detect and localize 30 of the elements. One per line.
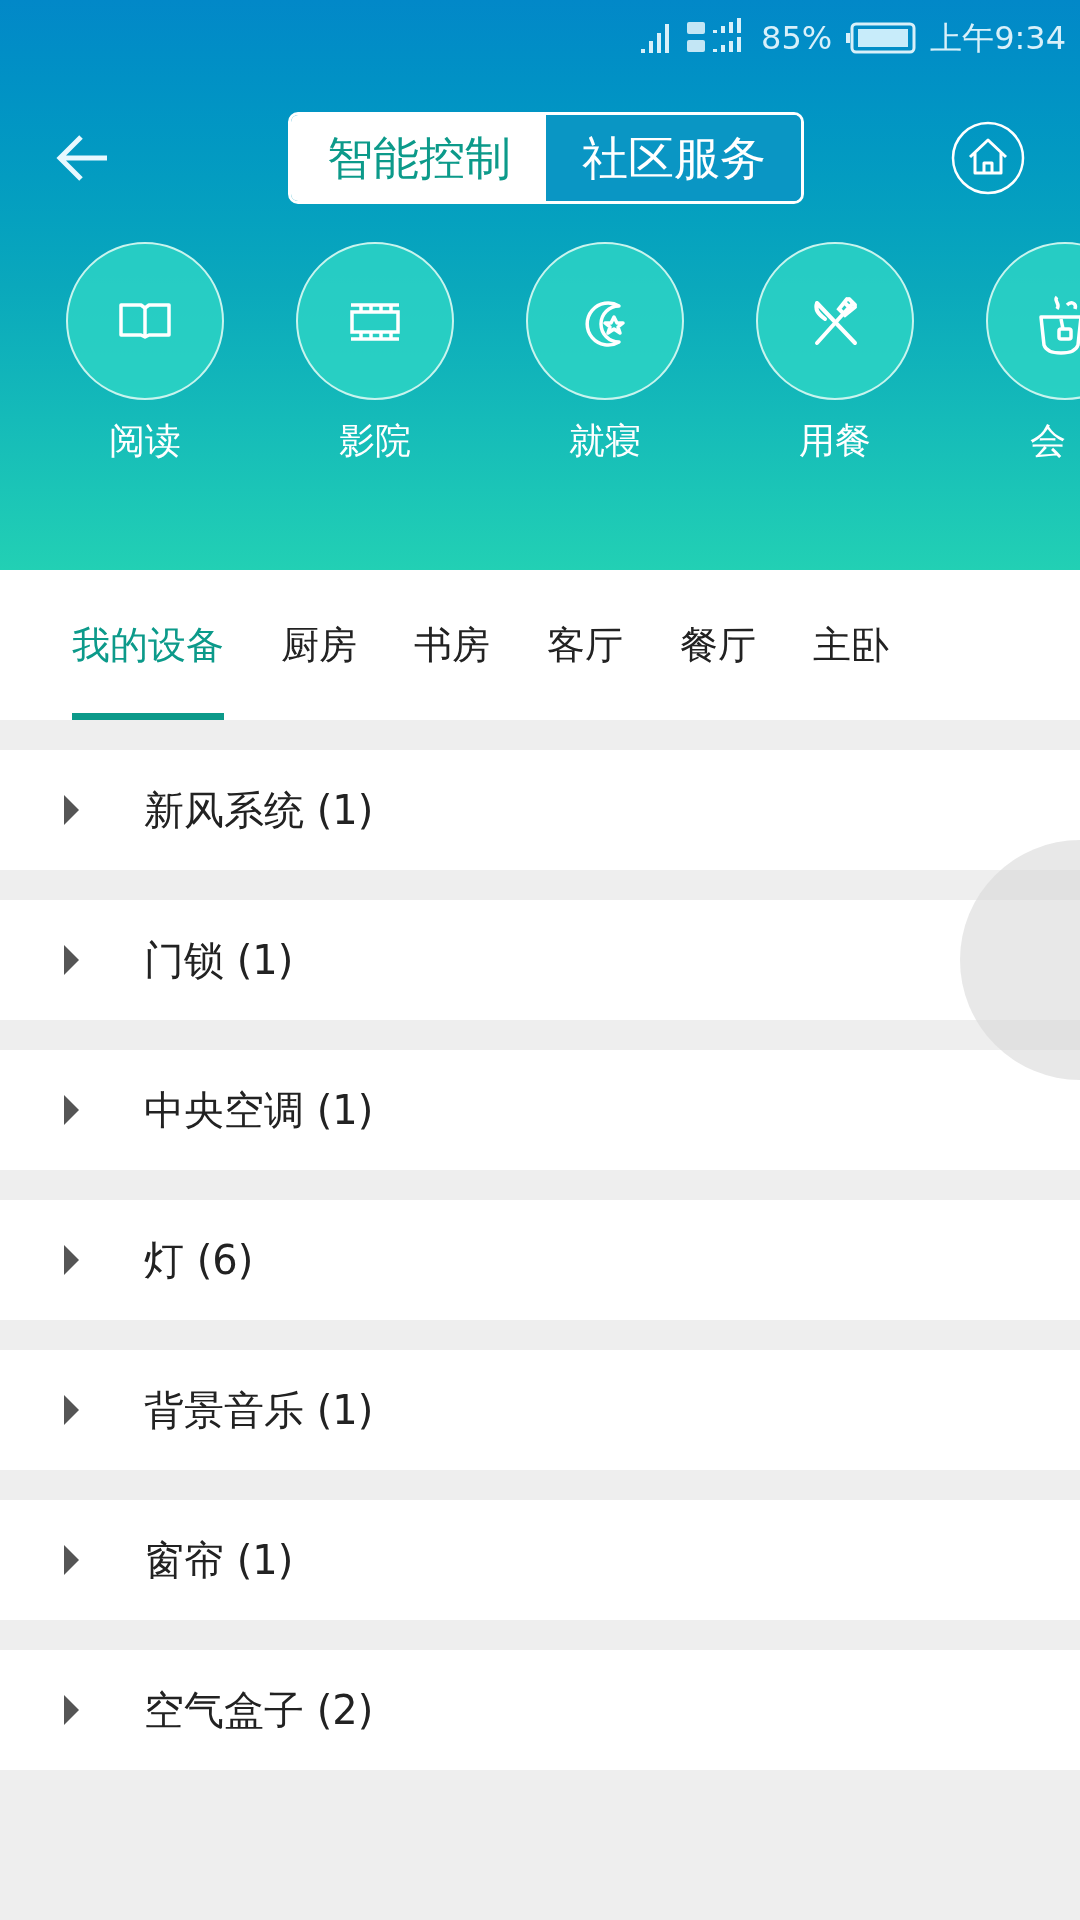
device-group-row[interactable]: 背景音乐 (1) [0,1350,1080,1470]
device-group-label: 背景音乐 (1) [144,1386,374,1435]
scene-label: 会 [1029,419,1066,463]
device-group-label: 灯 (6) [144,1236,254,1285]
room-tab[interactable]: 主卧 [813,570,889,720]
device-group-row[interactable]: 门锁 (1) [0,900,1080,1020]
scene-label: 阅读 [109,419,181,463]
room-tab[interactable]: 我的设备 [72,570,224,720]
battery-percentage: 85% [761,17,833,59]
device-group-row[interactable]: 灯 (6) [0,1200,1080,1320]
device-group-label: 空气盒子 (2) [144,1686,374,1735]
scene-label: 用餐 [799,419,871,463]
device-group-label: 中央空调 (1) [144,1086,374,1135]
room-tab[interactable]: 厨房 [281,570,357,720]
battery-icon [846,21,917,54]
clock: 上午9:34 [930,17,1066,59]
device-group-row[interactable]: 空气盒子 (2) [0,1650,1080,1770]
scene-label: 就寝 [569,419,641,463]
device-group-row[interactable]: 中央空调 (1) [0,1050,1080,1170]
scene-label: 影院 [339,419,411,463]
segment-tab[interactable]: 智能控制 [291,115,546,201]
room-tab[interactable]: 客厅 [547,570,623,720]
device-group-row[interactable]: 窗帘 (1) [0,1500,1080,1620]
home-icon[interactable] [951,121,1025,195]
device-group-label: 门锁 (1) [144,936,294,985]
room-tab[interactable]: 书房 [414,570,490,720]
device-group-row[interactable]: 新风系统 (1) [0,750,1080,870]
device-group-label: 窗帘 (1) [144,1536,294,1585]
device-group-label: 新风系统 (1) [144,786,374,835]
room-tab[interactable]: 餐厅 [680,570,756,720]
